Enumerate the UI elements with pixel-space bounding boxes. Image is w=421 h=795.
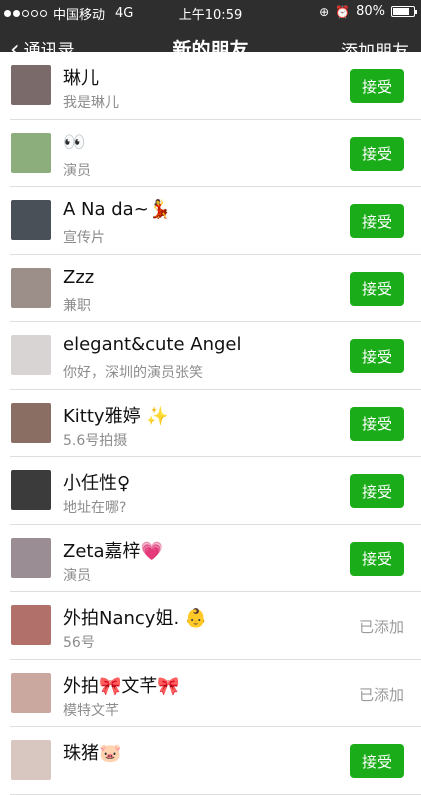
avatar[interactable] — [11, 200, 51, 240]
contact-name: Kitty雅婷 ✨ — [63, 405, 169, 427]
status-bar: 中国移动 4G 上午10:59 ⊕ ⏰ 80% — [0, 0, 421, 24]
list-item[interactable]: 外拍🎀文芊🎀 模特文芊 已添加 — [0, 659, 421, 727]
avatar[interactable] — [11, 132, 51, 173]
request-message: 宣传片 — [63, 230, 105, 246]
status-right: ⊕ ⏰ 80% — [319, 4, 417, 19]
list-item[interactable]: A Na da~💃 宣传片 接受 — [0, 187, 421, 255]
contact-name: 琳儿 — [63, 68, 99, 89]
request-message: 演员 — [63, 567, 91, 584]
accept-button[interactable]: 接受 — [350, 69, 404, 103]
accept-button[interactable]: 接受 — [350, 474, 404, 508]
contact-name: 小任性♀ — [63, 473, 131, 494]
request-message: 演员 — [63, 162, 91, 179]
avatar[interactable] — [11, 267, 51, 308]
contact-name: 👀 — [63, 131, 86, 153]
list-item[interactable]: Kitty雅婷 ✨ 5.6号拍摄 接受 — [0, 389, 421, 457]
divider — [10, 793, 421, 795]
request-message: 兼职 — [63, 297, 91, 314]
battery-percent: 80% — [356, 4, 385, 19]
request-message: 地址在哪? — [63, 500, 127, 516]
list-item[interactable]: Zeta嘉梓💗 演员 接受 — [0, 524, 421, 592]
rotation-lock-icon: ⊕ — [319, 4, 330, 19]
alarm-icon: ⏰ — [335, 4, 351, 19]
friend-request-list: 琳儿 我是琳儿 接受 👀 演员 接受 A Na da~💃 宣传片 接受 Zzz 兼职 接受 elegan… — [0, 52, 421, 795]
added-status: 已添加 — [358, 618, 404, 636]
request-message: 我是琳儿 — [63, 95, 119, 111]
request-message: 你好，深圳的演员张笑 — [63, 365, 203, 381]
contact-name: 外拍🎀文芊🎀 — [63, 675, 180, 697]
added-status: 已添加 — [358, 685, 404, 704]
list-item[interactable]: 外拍Nancy姐. 👶 56号 已添加 — [0, 592, 421, 660]
list-item[interactable]: Zzz 兼职 接受 — [0, 254, 421, 322]
request-message: 5.6号拍摄 — [63, 432, 128, 449]
list-item[interactable]: 珠猪🐷 接受 — [0, 727, 421, 795]
list-item[interactable]: 琳儿我是琳儿 接受 — [0, 52, 421, 120]
contact-name: A Na da~💃 — [63, 199, 172, 220]
contact-name: Zeta嘉梓💗 — [63, 540, 163, 562]
list-item[interactable]: 小任性♀ 地址在哪? 接受 — [0, 457, 421, 525]
avatar[interactable] — [11, 672, 51, 713]
accept-button[interactable]: 接受 — [350, 136, 404, 171]
list-item[interactable]: 👀 演员 接受 — [0, 119, 421, 187]
contact-name: Zzz — [63, 266, 95, 288]
contact-name: elegant&cute Angel — [63, 334, 242, 355]
accept-button[interactable]: 接受 — [350, 744, 404, 778]
avatar[interactable] — [11, 402, 51, 443]
avatar[interactable] — [11, 335, 51, 375]
avatar[interactable] — [11, 470, 51, 510]
avatar[interactable] — [11, 65, 51, 105]
avatar[interactable] — [11, 605, 51, 645]
accept-button[interactable]: 接受 — [350, 406, 404, 441]
request-message: 56号 — [63, 635, 95, 651]
avatar[interactable] — [11, 537, 51, 578]
list-item[interactable]: elegant&cute Angel 你好，深圳的演员张笑 接受 — [0, 322, 421, 390]
accept-button[interactable]: 接受 — [350, 204, 404, 238]
accept-button[interactable]: 接受 — [350, 339, 404, 373]
avatar[interactable] — [11, 740, 51, 780]
contact-name: 珠猪🐷 — [63, 743, 122, 764]
contact-name: 外拍Nancy姐. 👶 — [63, 608, 208, 629]
accept-button[interactable]: 接受 — [350, 541, 404, 576]
battery-icon — [391, 6, 417, 17]
accept-button[interactable]: 接受 — [350, 271, 404, 306]
request-message: 模特文芊 — [63, 702, 119, 719]
